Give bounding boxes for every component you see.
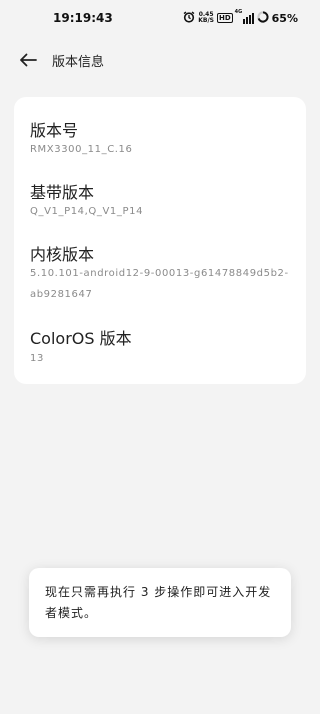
battery-icon: [257, 10, 269, 26]
battery-percent: 65%: [271, 11, 298, 25]
kernel-version-value: 5.10.101-android12-9-00013-g61478849d5b2…: [30, 268, 289, 300]
status-bar: 19:19:43 0.45 KB/S HD 4G 65%: [0, 0, 320, 36]
version-info-card: 版本号 RMX3300_11_C.16 基带版本 Q_V1_P14,Q_V1_P…: [14, 97, 306, 384]
kernel-version-label: 内核版本: [30, 245, 95, 264]
baseband-version-label: 基带版本: [30, 183, 95, 202]
arrow-left-icon: [20, 53, 37, 67]
back-button[interactable]: [17, 50, 39, 70]
coloros-version-label: ColorOS 版本: [30, 329, 132, 348]
baseband-version-value: Q_V1_P14,Q_V1_P14: [30, 206, 144, 217]
network-speed: 0.45 KB/S: [198, 12, 214, 24]
toast-message: 现在只需再执行 3 步操作即可进入开发者模式。: [45, 585, 272, 620]
speed-unit: KB/S: [198, 17, 214, 24]
status-icons: 0.45 KB/S HD 4G 65%: [183, 9, 298, 26]
network-type: 4G: [234, 8, 243, 15]
alarm-icon: [183, 10, 195, 26]
developer-mode-toast: 现在只需再执行 3 步操作即可进入开发者模式。: [29, 568, 291, 637]
status-time: 19:19:43: [53, 11, 113, 25]
page-title: 版本信息: [52, 55, 105, 70]
version-number-value: RMX3300_11_C.16: [30, 144, 133, 155]
signal-icon: 4G: [235, 9, 254, 24]
coloros-version-value: 13: [30, 353, 44, 364]
version-number-label: 版本号: [30, 121, 79, 140]
hd-badge: HD: [216, 13, 233, 23]
header: 版本信息: [0, 44, 320, 76]
